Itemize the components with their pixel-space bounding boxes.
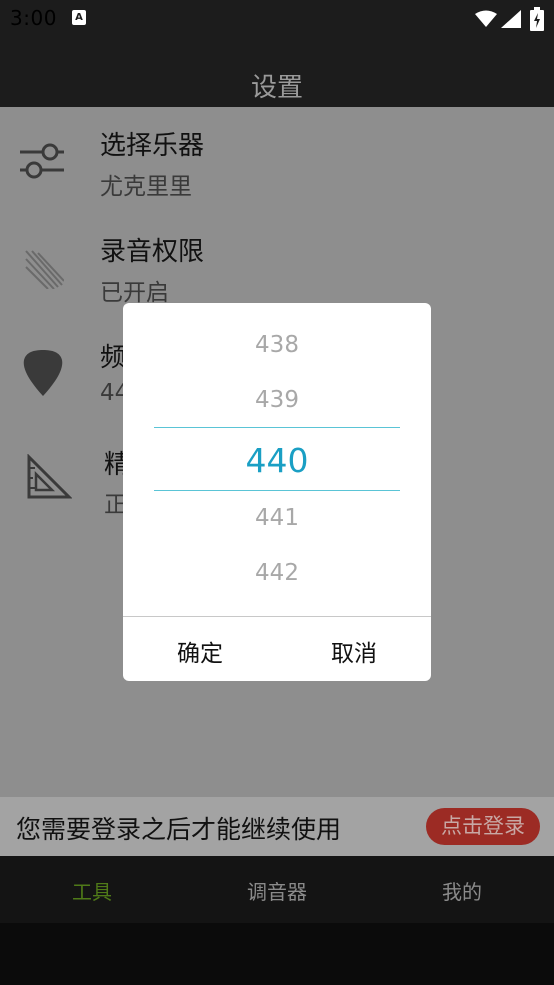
sliders-icon xyxy=(20,143,64,179)
cancel-button[interactable]: 取消 xyxy=(277,634,431,668)
picker-selected-value[interactable]: 440 xyxy=(123,441,431,480)
dialog-divider xyxy=(123,616,431,617)
nav-tab-me[interactable]: 我的 xyxy=(402,876,522,905)
settings-item-title[interactable]: 录音权限 xyxy=(100,231,204,268)
picker-option[interactable]: 442 xyxy=(123,560,431,586)
login-prompt-text: 您需要登录之后才能继续使用 xyxy=(16,815,342,844)
notification-icon: A xyxy=(72,10,86,25)
guitar-pick-icon xyxy=(23,350,63,396)
settings-item-subtitle: 已开启 xyxy=(100,280,169,306)
picker-option[interactable]: 439 xyxy=(123,387,431,413)
nav-tab-tools[interactable]: 工具 xyxy=(32,876,152,905)
nav-tab-tuner[interactable]: 调音器 xyxy=(217,876,337,905)
login-button[interactable]: 点击登录 xyxy=(426,808,540,845)
set-square-icon xyxy=(27,454,72,499)
picker-selection-line xyxy=(154,427,400,428)
confirm-button[interactable]: 确定 xyxy=(123,634,277,668)
picker-selection-line xyxy=(154,490,400,491)
settings-item-title[interactable]: 选择乐器 xyxy=(100,125,204,162)
signal-icon xyxy=(501,10,521,28)
strings-icon xyxy=(25,250,64,289)
system-navigation-bar xyxy=(0,923,554,985)
frequency-picker-dialog: 438 439 440 441 442 确定 取消 xyxy=(123,303,431,681)
picker-option[interactable]: 438 xyxy=(123,332,431,358)
status-time: 3:00 xyxy=(10,6,57,30)
battery-icon xyxy=(530,7,544,31)
settings-item-subtitle: 尤克里里 xyxy=(100,174,192,200)
wifi-icon xyxy=(475,10,497,27)
picker-option[interactable]: 441 xyxy=(123,505,431,531)
page-title: 设置 xyxy=(250,73,303,103)
